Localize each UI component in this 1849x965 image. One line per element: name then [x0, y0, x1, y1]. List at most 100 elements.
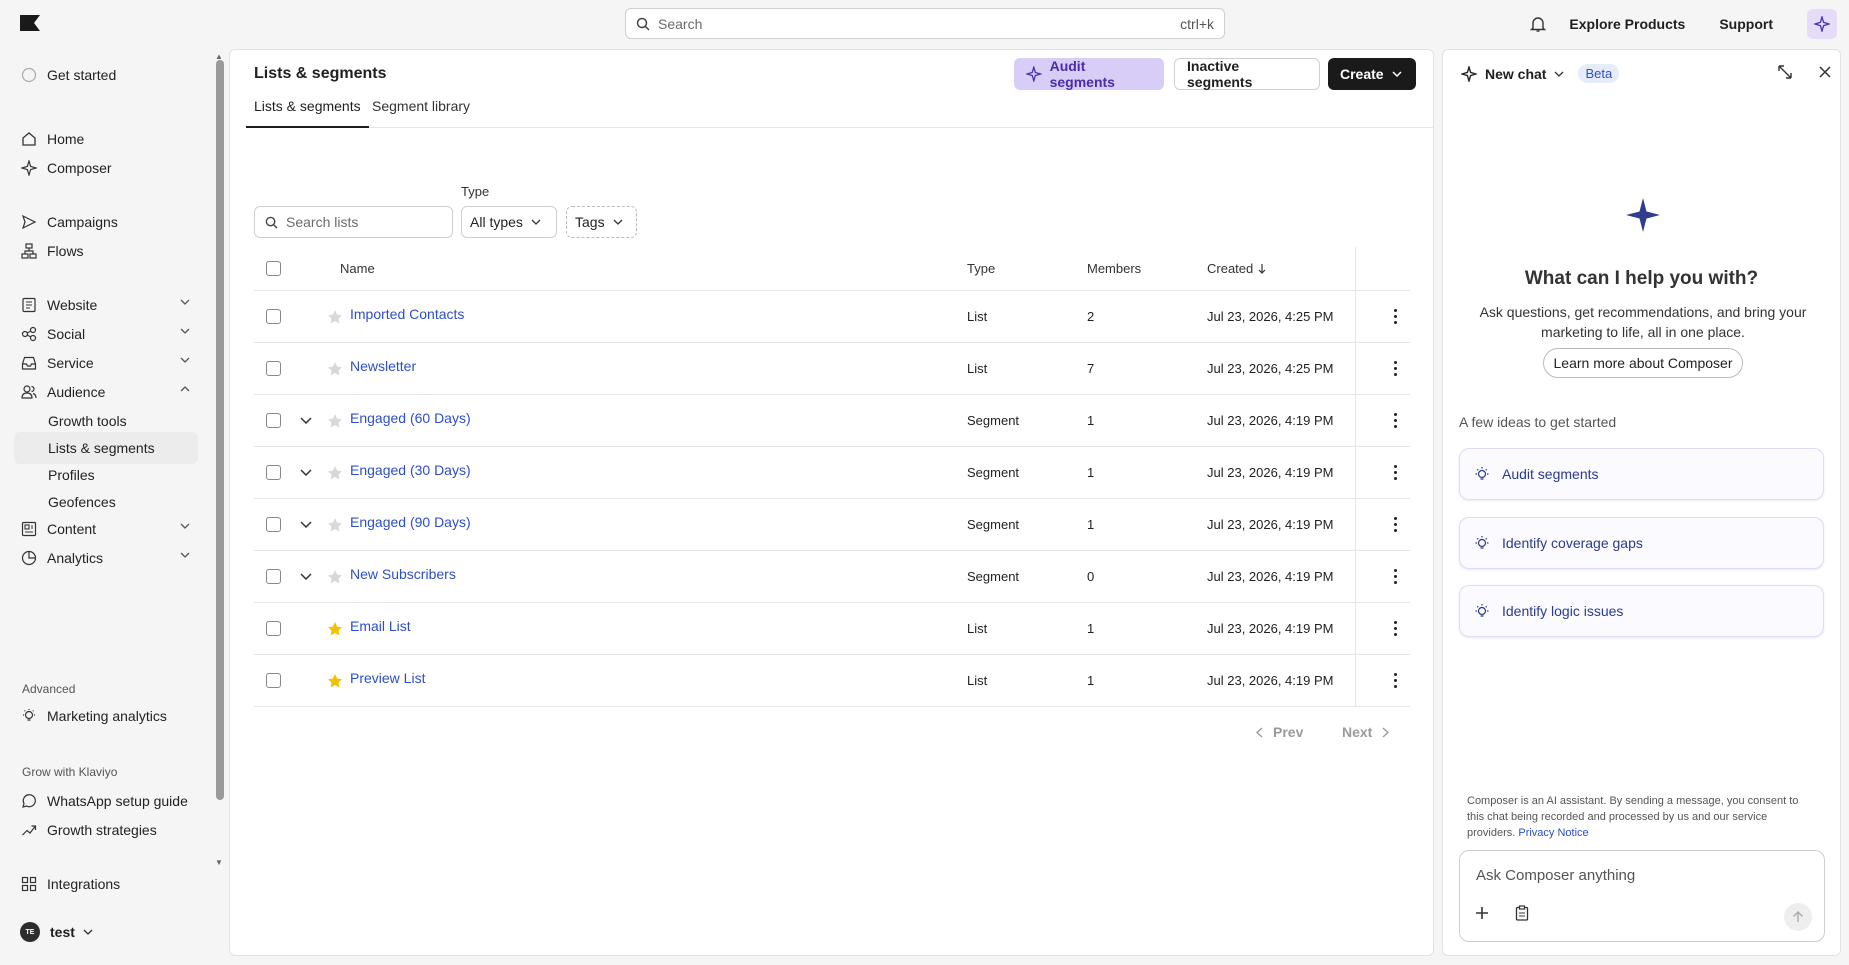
sidebar-item-label: Integrations [47, 876, 121, 892]
scroll-down-arrow-icon[interactable]: ▼ [215, 858, 223, 867]
prev-label: Prev [1273, 724, 1304, 740]
support-link[interactable]: Support [1719, 16, 1773, 32]
list-members: 1 [1087, 621, 1095, 636]
lightbulb-icon [1475, 536, 1489, 549]
list-name-link[interactable]: Preview List [350, 670, 425, 686]
star-filled-icon[interactable] [327, 603, 343, 654]
row-checkbox[interactable] [266, 569, 281, 584]
more-options-icon[interactable] [1394, 291, 1397, 342]
learn-more-button[interactable]: Learn more about Composer [1543, 348, 1743, 378]
create-button[interactable]: Create [1328, 58, 1416, 90]
list-type: List [967, 673, 988, 688]
sparkle-icon [20, 159, 38, 177]
list-type: List [967, 309, 988, 324]
row-checkbox[interactable] [266, 413, 281, 428]
expand-row-chevron-icon[interactable] [300, 499, 312, 550]
idea-audit-segments[interactable]: Audit segments [1459, 448, 1824, 500]
row-checkbox[interactable] [266, 465, 281, 480]
more-options-icon[interactable] [1394, 655, 1397, 706]
more-options-icon[interactable] [1394, 551, 1397, 602]
idea-logic-issues[interactable]: Identify logic issues [1459, 585, 1824, 637]
sidebar-item-service[interactable]: Service [14, 347, 198, 379]
more-options-icon[interactable] [1394, 343, 1397, 394]
klaviyo-logo-icon[interactable] [20, 15, 40, 31]
select-all-checkbox[interactable] [266, 261, 281, 276]
more-options-icon[interactable] [1394, 499, 1397, 550]
column-members-header[interactable]: Members [1087, 247, 1141, 290]
star-icon[interactable] [327, 291, 343, 342]
column-name-header[interactable]: Name [340, 247, 375, 290]
privacy-notice-link[interactable]: Privacy Notice [1518, 827, 1588, 839]
column-created-header[interactable]: Created [1207, 247, 1266, 290]
sidebar-item-campaigns[interactable]: Campaigns [14, 206, 198, 238]
row-checkbox[interactable] [266, 517, 281, 532]
list-created: Jul 23, 2026, 4:25 PM [1207, 309, 1334, 324]
sidebar-item-integrations[interactable]: Integrations [14, 868, 198, 900]
star-filled-icon[interactable] [327, 655, 343, 706]
more-options-icon[interactable] [1394, 447, 1397, 498]
star-icon[interactable] [327, 395, 343, 446]
row-checkbox[interactable] [266, 361, 281, 376]
sidebar-item-whatsapp[interactable]: WhatsApp setup guide [14, 785, 198, 817]
bell-icon[interactable] [1529, 15, 1547, 33]
composer-toggle-button[interactable] [1807, 9, 1837, 39]
idea-label: Audit segments [1502, 466, 1599, 482]
tags-select[interactable]: Tags [566, 206, 637, 238]
prev-page-button[interactable]: Prev [1256, 724, 1303, 740]
audit-segments-button[interactable]: Audit segments [1014, 58, 1164, 90]
row-checkbox[interactable] [266, 309, 281, 324]
row-checkbox[interactable] [266, 673, 281, 688]
search-lists-input[interactable]: Search lists [254, 206, 453, 238]
sidebar-item-get-started[interactable]: Get started [14, 59, 198, 91]
sidebar-scrollbar[interactable] [216, 60, 224, 800]
ask-composer-input[interactable]: Ask Composer anything [1459, 850, 1825, 942]
expand-row-chevron-icon[interactable] [300, 395, 312, 446]
clipboard-icon[interactable] [1514, 905, 1530, 921]
list-name-link[interactable]: Engaged (30 Days) [350, 462, 471, 478]
more-options-icon[interactable] [1394, 603, 1397, 654]
sidebar-item-website[interactable]: Website [14, 289, 198, 321]
expand-row-chevron-icon[interactable] [300, 551, 312, 602]
list-name-link[interactable]: Newsletter [350, 358, 416, 374]
list-created: Jul 23, 2026, 4:19 PM [1207, 465, 1334, 480]
idea-coverage-gaps[interactable]: Identify coverage gaps [1459, 517, 1824, 569]
sidebar-item-flows[interactable]: Flows [14, 235, 198, 267]
type-select[interactable]: All types [461, 206, 557, 238]
sidebar-item-content[interactable]: Content [14, 513, 198, 545]
sidebar-item-marketing-analytics[interactable]: Marketing analytics [14, 700, 198, 732]
sidebar-item-audience[interactable]: Audience [14, 376, 198, 408]
table-row: Newsletter List 7 Jul 23, 2026, 4:25 PM [254, 343, 1410, 395]
list-name-link[interactable]: Imported Contacts [350, 306, 464, 322]
list-name-link[interactable]: New Subscribers [350, 566, 456, 582]
global-search[interactable]: Search ctrl+k [625, 8, 1225, 39]
new-chat-dropdown[interactable]: New chat Beta [1461, 64, 1620, 83]
list-members: 1 [1087, 517, 1095, 532]
more-options-icon[interactable] [1394, 395, 1397, 446]
expand-icon[interactable] [1777, 64, 1793, 80]
star-icon[interactable] [327, 551, 343, 602]
expand-row-chevron-icon[interactable] [300, 447, 312, 498]
row-checkbox[interactable] [266, 621, 281, 636]
send-button[interactable] [1784, 903, 1812, 931]
star-icon[interactable] [327, 499, 343, 550]
explore-products-link[interactable]: Explore Products [1569, 16, 1685, 32]
sidebar-item-home[interactable]: Home [14, 123, 198, 155]
tab-lists-segments[interactable]: Lists & segments [246, 92, 369, 128]
next-page-button[interactable]: Next [1342, 724, 1390, 740]
sidebar-item-social[interactable]: Social [14, 318, 198, 350]
tab-segment-library[interactable]: Segment library [364, 92, 478, 128]
star-icon[interactable] [327, 343, 343, 394]
plus-icon[interactable] [1474, 905, 1490, 921]
star-icon[interactable] [327, 447, 343, 498]
sidebar-item-composer[interactable]: Composer [14, 152, 198, 184]
sidebar-item-growth-strategies[interactable]: Growth strategies [14, 814, 198, 846]
close-icon[interactable] [1819, 66, 1831, 78]
list-name-link[interactable]: Engaged (60 Days) [350, 410, 471, 426]
account-switcher[interactable]: TE test [20, 922, 93, 942]
list-name-link[interactable]: Engaged (90 Days) [350, 514, 471, 530]
list-name-link[interactable]: Email List [350, 618, 411, 634]
sidebar-item-analytics[interactable]: Analytics [14, 542, 198, 574]
inactive-segments-button[interactable]: Inactive segments [1174, 58, 1320, 90]
column-type-header[interactable]: Type [967, 247, 995, 290]
list-created: Jul 23, 2026, 4:19 PM [1207, 673, 1334, 688]
